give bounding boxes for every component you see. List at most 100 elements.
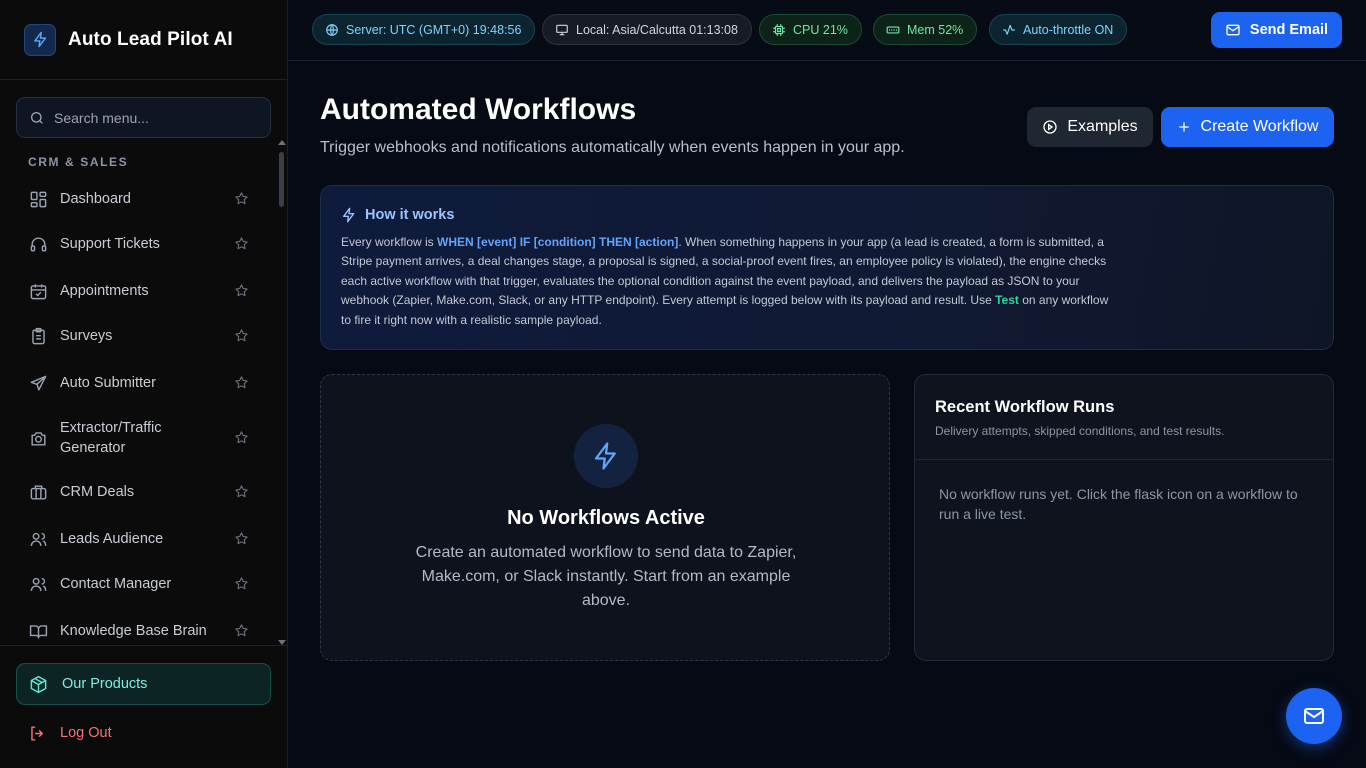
sidebar-item-label: Knowledge Base Brain [60, 623, 207, 639]
briefcase-icon [26, 480, 50, 504]
sidebar-item-label: Dashboard [60, 191, 131, 207]
recent-runs-subtitle: Delivery attempts, skipped conditions, a… [935, 424, 1225, 438]
examples-button[interactable]: Examples [1027, 107, 1153, 147]
zap-icon [24, 23, 56, 56]
our-products-label: Our Products [62, 676, 148, 692]
monitor-icon [556, 24, 568, 35]
logout-label: Log Out [60, 725, 112, 741]
cpu-icon [773, 23, 785, 36]
star-icon[interactable] [234, 484, 250, 500]
how-it-works-title: How it works [341, 207, 454, 223]
book-open-icon [26, 619, 50, 643]
calendar-check-icon [26, 279, 50, 303]
star-icon[interactable] [234, 576, 250, 592]
search-box[interactable] [16, 97, 271, 138]
empty-workflows-card: No Workflows Active Create an automated … [320, 374, 890, 661]
scroll-up-arrow-icon[interactable] [278, 140, 286, 145]
sidebar-item-auto-submitter[interactable]: Auto Submitter [16, 363, 268, 403]
star-icon[interactable] [234, 430, 250, 446]
sidebar-menu: Dashboard Support Tickets Appointments S… [0, 176, 276, 644]
sidebar-item-crm-deals[interactable]: CRM Deals [16, 472, 268, 512]
sidebar-item-dashboard[interactable]: Dashboard [16, 179, 268, 219]
send-email-label: Send Email [1249, 22, 1329, 38]
examples-label: Examples [1067, 118, 1138, 135]
sidebar-scrollbar[interactable] [278, 140, 286, 645]
sidebar-item-label: Extractor/Traffic Generator [60, 420, 162, 456]
mail-icon [1304, 708, 1324, 724]
headset-icon [26, 232, 50, 256]
cpu-badge: CPU 21% [759, 14, 862, 45]
contact-users-icon [26, 572, 50, 596]
zap-icon [343, 207, 355, 223]
send-icon [26, 371, 50, 395]
empty-title: No Workflows Active [507, 507, 705, 529]
how-it-works-text: Every workflow is WHEN [event] IF [condi… [341, 233, 1116, 330]
sidebar-item-support-tickets[interactable]: Support Tickets [16, 224, 268, 264]
mail-icon [1226, 24, 1240, 36]
star-icon[interactable] [234, 328, 250, 344]
zap-icon [574, 424, 638, 488]
star-icon[interactable] [234, 531, 250, 547]
play-circle-icon [1043, 120, 1058, 134]
sidebar-item-label: CRM Deals [60, 484, 135, 500]
workflow-rule-text: WHEN [event] IF [condition] THEN [action… [437, 235, 679, 249]
plus-icon [1178, 122, 1189, 132]
users-icon [26, 527, 50, 551]
page-subtitle: Trigger webhooks and notifications autom… [320, 139, 905, 156]
recent-runs-card: Recent Workflow Runs Delivery attempts, … [914, 374, 1334, 661]
send-email-button[interactable]: Send Email [1211, 12, 1342, 48]
sidebar-item-label: Appointments [60, 283, 149, 299]
sidebar-item-knowledge-base[interactable]: Knowledge Base Brain [16, 611, 268, 644]
app-name: Auto Lead Pilot AI [68, 28, 233, 50]
topbar: Server: UTC (GMT+0) 19:48:56 Local: Asia… [288, 0, 1366, 61]
sidebar-item-label: Contact Manager [60, 576, 172, 592]
how-it-works-card: How it works Every workflow is WHEN [eve… [320, 185, 1334, 350]
email-fab-button[interactable] [1286, 688, 1342, 744]
how-text-part: Every workflow is [341, 235, 438, 249]
globe-icon [326, 23, 338, 36]
scroll-thumb[interactable] [279, 152, 284, 207]
sidebar-item-label: Surveys [60, 328, 113, 344]
camera-icon [26, 426, 50, 450]
package-icon [29, 675, 48, 694]
test-keyword: Test [995, 293, 1019, 308]
sidebar: Auto Lead Pilot AI CRM & SALES Dashboard… [0, 0, 288, 768]
sidebar-item-label: Auto Submitter [60, 375, 156, 391]
auto-throttle-text: Auto-throttle ON [1023, 22, 1114, 37]
memory-badge: Mem 52% [873, 14, 978, 45]
activity-icon [1003, 24, 1015, 35]
search-input[interactable] [54, 109, 254, 126]
page-title: Automated Workflows [320, 93, 637, 126]
server-time-text: Server: UTC (GMT+0) 19:48:56 [346, 22, 522, 37]
sidebar-item-label: Leads Audience [60, 531, 164, 547]
local-time-text: Local: Asia/Calcutta 01:13:08 [576, 22, 738, 37]
logout-icon [28, 724, 47, 743]
star-icon[interactable] [234, 623, 250, 639]
auto-throttle-badge: Auto-throttle ON [989, 14, 1128, 45]
star-icon[interactable] [234, 191, 250, 207]
cpu-text: CPU 21% [793, 22, 848, 37]
local-time-badge: Local: Asia/Calcutta 01:13:08 [542, 14, 752, 45]
logout-button[interactable]: Log Out [16, 718, 271, 748]
how-it-works-title-text: How it works [365, 207, 455, 223]
sidebar-item-appointments[interactable]: Appointments [16, 271, 268, 311]
sidebar-item-contact-manager[interactable]: Contact Manager [16, 564, 268, 604]
sidebar-item-label: Support Tickets [60, 236, 160, 252]
recent-runs-title: Recent Workflow Runs [935, 398, 1115, 416]
star-icon[interactable] [234, 283, 250, 299]
memory-stick-icon [886, 26, 900, 33]
search-icon [29, 110, 45, 126]
star-icon[interactable] [234, 236, 250, 252]
clipboard-list-icon [26, 324, 50, 348]
recent-runs-empty-text: No workflow runs yet. Click the flask ic… [939, 486, 1298, 522]
sidebar-item-leads-audience[interactable]: Leads Audience [16, 519, 268, 559]
sidebar-item-extractor[interactable]: Extractor/Traffic Generator [16, 418, 268, 458]
recent-runs-header: Recent Workflow Runs Delivery attempts, … [915, 375, 1333, 460]
sidebar-footer: Our Products Log Out [0, 645, 288, 768]
create-workflow-label: Create Workflow [1200, 118, 1319, 135]
brand: Auto Lead Pilot AI [0, 0, 287, 80]
star-icon[interactable] [234, 375, 250, 391]
sidebar-item-surveys[interactable]: Surveys [16, 316, 268, 356]
our-products-button[interactable]: Our Products [16, 663, 271, 705]
create-workflow-button[interactable]: Create Workflow [1161, 107, 1334, 147]
